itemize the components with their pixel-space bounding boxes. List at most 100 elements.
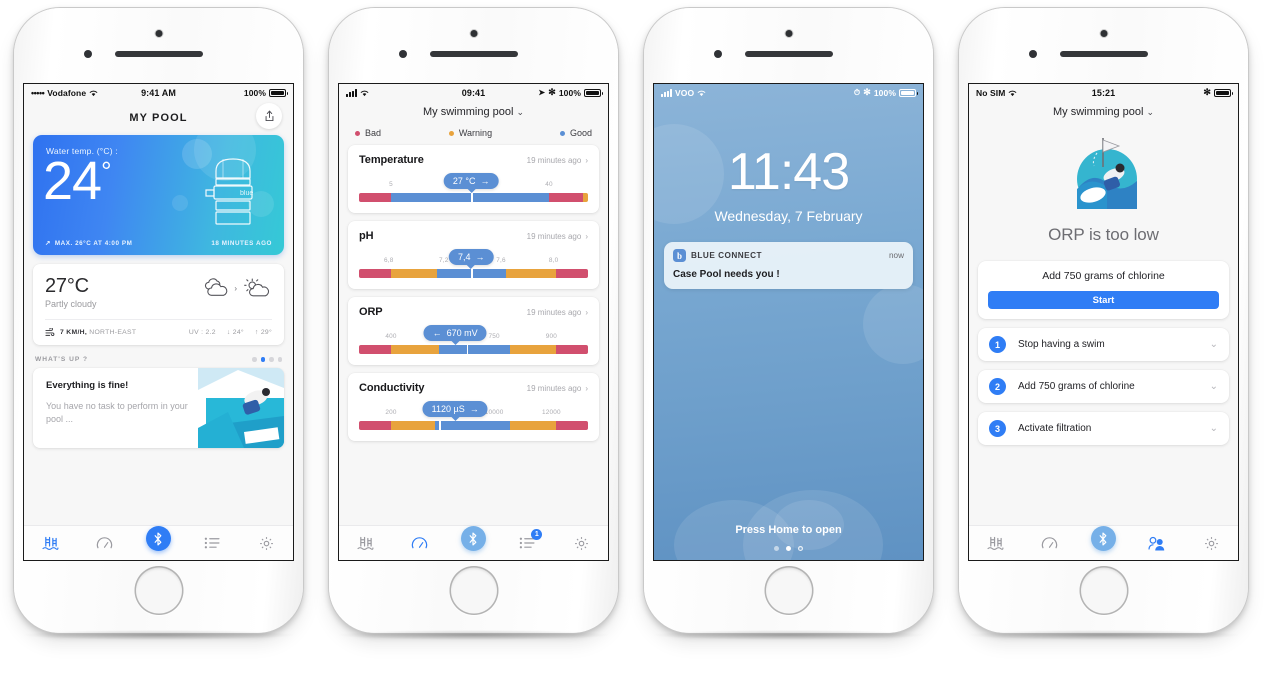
home-button[interactable]: [764, 566, 813, 615]
measure-scale: 6,8 7,2 7,6 8,0 7,4 →: [359, 249, 588, 269]
carousel-pager[interactable]: [252, 357, 282, 362]
sidebar-item-settings[interactable]: [1194, 530, 1228, 556]
lock-page-indicator: [654, 546, 923, 551]
sidebar-item-bluetooth[interactable]: [456, 526, 490, 556]
gauge-band: [391, 193, 472, 202]
chevron-down-icon[interactable]: ⌄: [1210, 381, 1218, 392]
lock-date: Wednesday, 7 February: [714, 208, 863, 224]
water-temperature-card[interactable]: Water temp. (°C) : 24° blue ↗ MAX. 26°C …: [33, 135, 284, 255]
sidebar-item-pool[interactable]: [34, 530, 68, 556]
measure-card[interactable]: Temperature 19 minutes ago › 5 40 27 °C →: [348, 145, 599, 213]
pager-dot-active[interactable]: [260, 357, 265, 362]
gauge-band: [583, 193, 588, 202]
battery-percent: 100%: [558, 87, 581, 98]
sidebar-item-settings[interactable]: [564, 530, 598, 556]
sidebar-item-gauge[interactable]: [88, 530, 122, 556]
measure-value-pill: 27 °C →: [443, 173, 499, 189]
status-bar: ••••• Vodafone 9:41 AM 100%: [24, 84, 293, 101]
sidebar-item-settings[interactable]: [249, 530, 283, 556]
chevron-right-icon: ›: [585, 384, 588, 393]
sidebar-item-list[interactable]: 1: [510, 529, 544, 556]
bluetooth-icon: [1100, 532, 1107, 545]
notification-app-name: BLUE CONNECT: [691, 251, 763, 260]
home-button[interactable]: [449, 566, 498, 615]
sidebar-item-pool[interactable]: [979, 530, 1013, 556]
chevron-down-icon[interactable]: ⌄: [1210, 423, 1218, 434]
chevron-down-icon: ⌄: [1146, 106, 1154, 117]
measure-card[interactable]: Conductivity 19 minutes ago › 200 10000 12000…: [348, 373, 599, 441]
measure-card[interactable]: pH 19 minutes ago › 6,8 7,2 7,6 8,0 7,4 →: [348, 221, 599, 289]
pager-dot[interactable]: [277, 357, 282, 362]
phone-2-measures: 09:41 ➤ ✻ 100% My swimming pool ⌄ Bad Wa…: [329, 8, 618, 640]
gauge-tick: 40: [545, 181, 553, 188]
bluetooth-fab[interactable]: [145, 526, 171, 551]
proximity-sensor-icon: [1028, 50, 1037, 58]
trend-arrow-icon: →: [480, 176, 490, 186]
phone-4-actions: No SIM 15:21 ✻ My swimming pool ⌄ ORP is…: [959, 8, 1248, 640]
chevron-right-icon: ›: [585, 156, 588, 165]
front-camera-icon: [785, 30, 792, 37]
legend-item-bad: Bad: [355, 128, 381, 138]
pool-selector[interactable]: My swimming pool ⌄: [969, 101, 1238, 123]
measure-header: Conductivity 19 minutes ago ›: [359, 382, 588, 394]
gauge-tick: 200: [385, 409, 397, 416]
measure-name: Temperature: [359, 154, 424, 166]
step-item[interactable]: 2 Add 750 grams of chlorine ⌄: [978, 370, 1229, 403]
sidebar-item-pool[interactable]: [349, 530, 383, 556]
home-button[interactable]: [1079, 566, 1128, 615]
notification-message: Case Pool needs you !: [673, 269, 780, 280]
pager-dot[interactable]: [269, 357, 274, 362]
gauge-band: [439, 421, 511, 430]
status-bar: VOO ⏱ ✻ 100%: [654, 84, 923, 101]
front-camera-icon: [1100, 30, 1107, 37]
start-button[interactable]: Start: [988, 291, 1219, 309]
gauge-band: [439, 345, 458, 354]
sidebar-item-list[interactable]: [195, 530, 229, 556]
notification-banner[interactable]: b BLUE CONNECT now Case Pool needs you !: [664, 242, 913, 289]
notification-time: now: [888, 251, 904, 260]
sidebar-item-gauge[interactable]: [1033, 530, 1067, 556]
sidebar-item-gauge[interactable]: [403, 530, 437, 556]
trend-arrow-icon: →: [469, 404, 479, 414]
bluetooth-status-icon: ✻: [863, 87, 871, 97]
measure-value: 1120 µS: [431, 404, 465, 414]
chevron-down-icon[interactable]: ⌄: [1210, 339, 1218, 350]
share-button[interactable]: [256, 103, 282, 129]
gauge-band: [549, 193, 584, 202]
measure-card[interactable]: ORP 19 minutes ago › 400 750 900 ← 670 mV: [348, 297, 599, 365]
sidebar-item-people[interactable]: [1140, 530, 1174, 556]
step-number: 2: [989, 378, 1006, 395]
people-icon: [1148, 536, 1165, 550]
gauge-band: [359, 421, 392, 430]
task-body: You have no task to perform in your pool…: [46, 401, 188, 425]
alert-illustration: [1067, 137, 1141, 211]
signal-bars-icon: [346, 88, 357, 97]
sidebar-item-bluetooth[interactable]: [1086, 526, 1120, 556]
gauge-band: [359, 345, 392, 354]
front-camera-icon: [470, 30, 477, 37]
bluetooth-fab[interactable]: [460, 526, 486, 551]
gauge-icon: [1041, 536, 1058, 548]
gauge-tick: 5: [389, 181, 393, 188]
phone-2-screen: 09:41 ➤ ✻ 100% My swimming pool ⌄ Bad Wa…: [338, 83, 609, 561]
step-item[interactable]: 3 Activate filtration ⌄: [978, 412, 1229, 445]
bluetooth-fab[interactable]: [1090, 526, 1116, 551]
home-button[interactable]: [134, 566, 183, 615]
blue-connect-device-icon: blue: [205, 158, 253, 225]
measure-value-pill: ← 670 mV: [423, 325, 487, 341]
step-item[interactable]: 1 Stop having a swim ⌄: [978, 328, 1229, 361]
carrier-label: VOO: [675, 87, 695, 98]
gear-icon: [259, 536, 273, 550]
legend-item-good: Good: [559, 128, 592, 138]
status-legend: Bad Warning Good: [339, 123, 608, 145]
pager-dot[interactable]: [252, 357, 257, 362]
phone-1-dashboard: ••••• Vodafone 9:41 AM 100% MY POOL Wate…: [14, 8, 303, 640]
proximity-sensor-icon: [713, 50, 722, 58]
measure-value-pill: 1120 µS →: [422, 401, 488, 417]
weather-card[interactable]: 27°C Partly cloudy › 7 KM/H, NORTH-EAST …: [33, 264, 284, 345]
task-card[interactable]: Everything is fine! You have no task to …: [33, 368, 284, 448]
gauge-band: [457, 345, 511, 354]
pool-selector[interactable]: My swimming pool ⌄: [339, 101, 608, 123]
proximity-sensor-icon: [83, 50, 92, 58]
sidebar-item-bluetooth[interactable]: [141, 526, 175, 556]
